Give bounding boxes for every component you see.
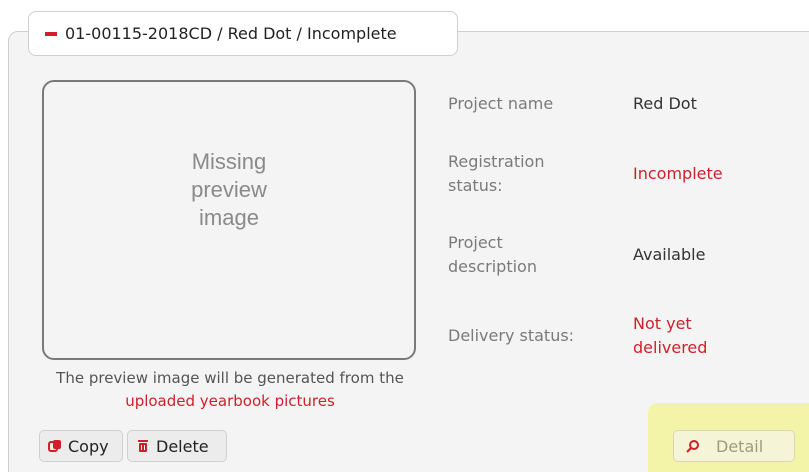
minus-icon[interactable] (45, 31, 57, 36)
project-name-value: Red Dot (633, 94, 697, 113)
uploaded-pictures-link[interactable]: uploaded yearbook pictures (125, 392, 335, 410)
project-header-title: 01-00115-2018CD / Red Dot / Incomplete (65, 24, 397, 43)
preview-caption: The preview image will be generated from… (30, 367, 430, 413)
preview-image-placeholder: Missing preview image (42, 80, 416, 360)
project-header[interactable]: 01-00115-2018CD / Red Dot / Incomplete (28, 11, 458, 56)
project-description-value: Available (633, 245, 706, 264)
project-description-label: Project description (448, 233, 537, 276)
project-card-page: 01-00115-2018CD / Red Dot / Incomplete M… (0, 0, 809, 472)
project-name-label: Project name (448, 94, 554, 113)
copy-icon (48, 440, 61, 452)
copy-button-label: Copy (68, 436, 109, 456)
detail-button[interactable]: Detail (673, 430, 795, 462)
copy-button[interactable]: Copy (39, 430, 123, 462)
delivery-status-label: Delivery status: (448, 326, 575, 345)
trash-icon (138, 440, 148, 452)
missing-preview-text: Missing preview image (191, 149, 267, 230)
delivery-status-value: Not yet delivered (633, 314, 708, 357)
registration-status-label: Registration status: (448, 152, 545, 195)
delete-button-label: Delete (156, 436, 209, 456)
search-icon (686, 440, 699, 453)
delete-button[interactable]: Delete (127, 430, 227, 462)
preview-caption-text: The preview image will be generated from… (56, 369, 404, 387)
registration-status-value: Incomplete (633, 164, 723, 183)
detail-button-label: Detail (716, 436, 764, 456)
